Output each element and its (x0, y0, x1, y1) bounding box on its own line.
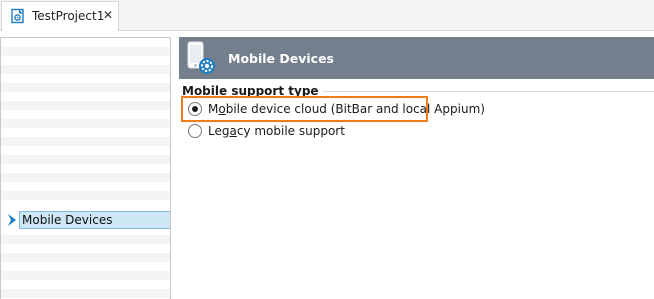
access-key: o (218, 102, 226, 116)
label-part: Leg (208, 124, 230, 138)
tab-strip: TestProject1 ✕ (0, 0, 654, 31)
settings-page: Mobile Devices Mobile support type Mobil… (179, 37, 654, 299)
tree-row (1, 137, 170, 146)
mobile-device-gear-icon (187, 41, 215, 74)
tree-row (1, 83, 170, 92)
close-icon[interactable]: ✕ (101, 8, 115, 22)
radio-label: Mobile device cloud (BitBar and local Ap… (208, 102, 485, 116)
tree-row (1, 191, 170, 200)
radio-button-selected[interactable] (188, 102, 202, 116)
radio-label: Legacy mobile support (208, 124, 345, 138)
label-part: cy mobile support (236, 124, 345, 138)
tree-row (1, 155, 170, 164)
tree-row (1, 235, 170, 244)
project-tree[interactable]: Mobile Devices (0, 37, 171, 299)
tab-label: TestProject1 (32, 9, 105, 23)
tree-item-mobile-devices[interactable]: Mobile Devices (7, 211, 170, 229)
tab-testproject1[interactable]: TestProject1 ✕ (1, 1, 119, 31)
tree-row (1, 289, 170, 298)
page-title: Mobile Devices (228, 51, 334, 66)
label-part: M (208, 102, 219, 116)
tree-row (1, 271, 170, 280)
tree-row (1, 119, 170, 128)
radio-button[interactable] (188, 124, 202, 138)
chevron-right-icon (8, 214, 16, 226)
tree-row (1, 101, 170, 110)
radio-dot (192, 106, 198, 112)
label-part: bile device cloud (BitBar and local Appi… (225, 102, 485, 116)
tree-row (1, 173, 170, 182)
tree-row (1, 47, 170, 56)
project-editor: TestProject1 ✕ Mobile Devices Mobile Dev… (0, 0, 654, 299)
project-file-icon (11, 8, 24, 24)
tree-row (1, 65, 170, 74)
access-key: a (229, 124, 237, 138)
tree-row (1, 253, 170, 262)
tree-item-label: Mobile Devices (19, 211, 170, 229)
page-header: Mobile Devices (179, 37, 654, 79)
